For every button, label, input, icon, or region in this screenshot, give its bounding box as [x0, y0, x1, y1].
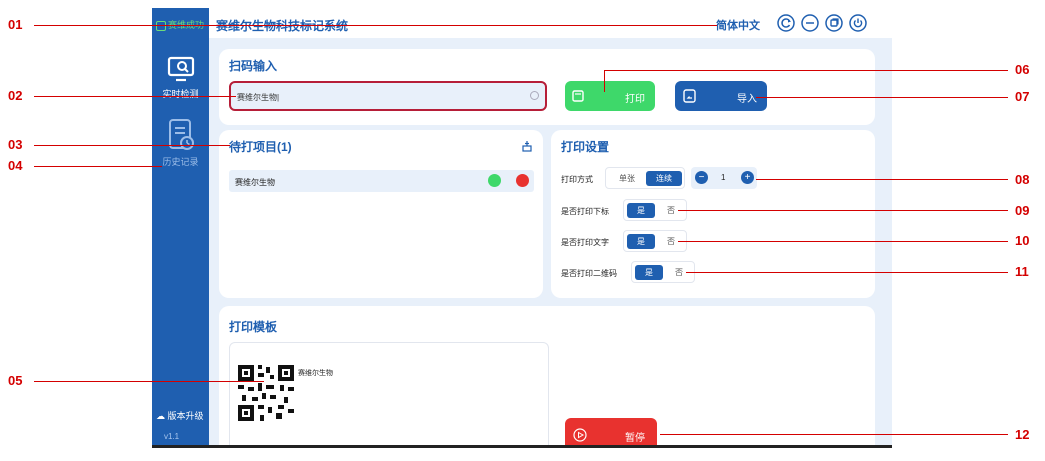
qr-yes-option[interactable]: 是	[635, 265, 663, 280]
leader-line-04	[34, 166, 162, 167]
play-circle-icon	[573, 428, 587, 442]
minimize-icon[interactable]	[801, 14, 819, 32]
callout-12: 12	[1015, 427, 1030, 442]
monitor-search-icon	[167, 56, 194, 82]
import-icon	[683, 89, 696, 103]
print-qr-label: 是否打印二维码	[561, 269, 617, 278]
scan-card: 扫码输入 赛维尔生物| 打印 导入	[219, 49, 875, 125]
scan-input[interactable]: 赛维尔生物|	[229, 81, 547, 111]
callout-04: 04	[8, 158, 23, 173]
print-mode-toggle: 单张 连续	[605, 167, 685, 189]
subscript-yes-option[interactable]: 是	[627, 203, 655, 218]
move-up-icon[interactable]	[488, 174, 501, 187]
printer-icon	[572, 90, 584, 102]
pending-title: 待打项目(1)	[229, 140, 292, 154]
label-preview: 赛维尔生物	[229, 342, 549, 445]
template-title: 打印模板	[229, 320, 278, 334]
power-icon[interactable]	[849, 14, 867, 32]
qr-code-icon	[238, 365, 294, 421]
sidebar-item-label: 历史记录	[162, 157, 199, 167]
title-bar: 赛维尔生物科技标记系统 简体中文	[209, 8, 892, 38]
leader-line-08	[756, 179, 1008, 180]
leader-line-03	[34, 145, 230, 146]
callout-09: 09	[1015, 203, 1030, 218]
sidebar-item-label: 实时检测	[162, 89, 199, 99]
quantity-stepper: − 1 +	[691, 167, 757, 189]
text-yes-option[interactable]: 是	[627, 234, 655, 249]
pause-button[interactable]: 暂停	[565, 418, 657, 445]
leader-line-10	[678, 241, 1008, 242]
pending-card: 待打项目(1) 赛维尔生物	[219, 130, 543, 298]
callout-10: 10	[1015, 233, 1030, 248]
restore-icon[interactable]	[825, 14, 843, 32]
upgrade-button[interactable]: ☁ 版本升级	[156, 409, 204, 422]
refresh-icon[interactable]	[777, 14, 795, 32]
scan-title: 扫码输入	[229, 59, 278, 73]
callout-02: 02	[8, 88, 23, 103]
print-button[interactable]: 打印	[565, 81, 655, 111]
callout-06: 06	[1015, 62, 1030, 77]
quantity-value[interactable]: 1	[721, 173, 725, 182]
leader-line-12	[660, 434, 1008, 435]
leader-line-09	[678, 210, 1008, 211]
print-mode-label: 打印方式	[561, 175, 593, 184]
pause-label: 暂停	[625, 433, 645, 444]
callout-07: 07	[1015, 89, 1030, 104]
leader-line-07	[756, 97, 1008, 98]
scan-input-value: 赛维尔生物|	[237, 93, 280, 102]
version-text: v1.1	[164, 432, 180, 441]
leader-line-06	[604, 70, 1008, 71]
leader-line-02	[34, 96, 236, 97]
pending-item-name: 赛维尔生物	[235, 178, 275, 187]
callout-11: 11	[1015, 264, 1029, 279]
upgrade-label: 版本升级	[167, 411, 204, 421]
leader-line-11	[686, 272, 1008, 273]
app-window: 赛维成功 实时检测 历史记录 ☁ 版本升级 v1.1 赛维尔生物科技标记系统 简…	[152, 8, 892, 448]
leader-line-06-drop	[604, 70, 605, 92]
template-card: 打印模板 赛维尔生物 暂停	[219, 306, 875, 445]
callout-08: 08	[1015, 172, 1030, 187]
history-document-icon	[168, 119, 194, 150]
decrement-button[interactable]: −	[695, 171, 708, 184]
sidebar-item-history[interactable]: 历史记录	[152, 118, 209, 168]
label-preview-text: 赛维尔生物	[298, 370, 333, 377]
delete-icon[interactable]	[516, 174, 529, 187]
leader-line-05	[34, 381, 264, 382]
callout-01: 01	[8, 17, 23, 32]
print-text-label: 是否打印文字	[561, 238, 609, 247]
increment-button[interactable]: +	[741, 171, 754, 184]
language-selector[interactable]: 简体中文	[716, 17, 760, 33]
callout-05: 05	[8, 373, 23, 388]
print-label: 打印	[625, 94, 645, 105]
continuous-option[interactable]: 连续	[646, 171, 682, 186]
settings-title: 打印设置	[561, 140, 610, 154]
callout-03: 03	[8, 137, 23, 152]
import-button[interactable]: 导入	[675, 81, 767, 111]
leader-line-01	[34, 25, 717, 26]
clear-list-icon[interactable]	[521, 140, 533, 152]
single-option[interactable]: 单张	[609, 171, 645, 186]
sidebar: 赛维成功 实时检测 历史记录 ☁ 版本升级 v1.1	[152, 8, 209, 445]
cloud-upload-icon: ☁	[156, 411, 165, 421]
sidebar-item-realtime[interactable]: 实时检测	[152, 54, 209, 100]
list-item[interactable]: 赛维尔生物	[229, 170, 534, 192]
print-subscript-label: 是否打印下标	[561, 207, 609, 216]
import-label: 导入	[737, 94, 757, 105]
clear-input-icon[interactable]	[530, 91, 539, 100]
